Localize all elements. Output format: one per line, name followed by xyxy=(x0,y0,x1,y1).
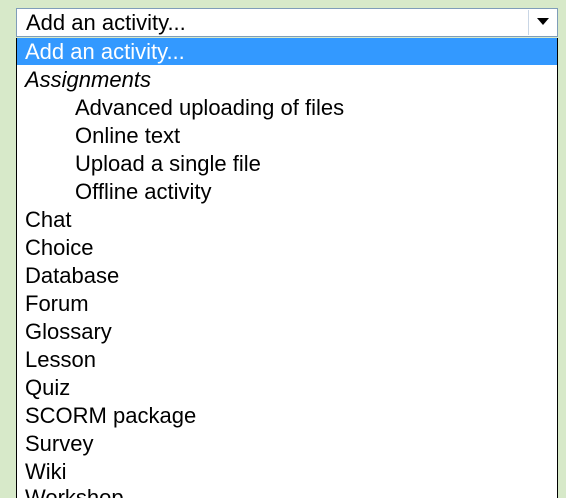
option-offline-activity[interactable]: Offline activity xyxy=(17,178,557,205)
optgroup-assignments: Assignments xyxy=(25,67,151,92)
option-upload-a-single-file[interactable]: Upload a single file xyxy=(17,150,557,177)
chevron-down-icon xyxy=(537,18,549,25)
activity-select[interactable]: Add an activity... xyxy=(16,8,558,37)
option-choice[interactable]: Choice xyxy=(17,234,557,261)
option-glossary[interactable]: Glossary xyxy=(17,318,557,345)
activity-select-value: Add an activity... xyxy=(26,10,186,35)
option-survey[interactable]: Survey xyxy=(17,430,557,457)
option-add-an-activity[interactable]: Add an activity... xyxy=(17,38,557,65)
option-database[interactable]: Database xyxy=(17,262,557,289)
option-chat[interactable]: Chat xyxy=(17,206,557,233)
dropdown-arrow-button[interactable] xyxy=(528,10,556,35)
option-quiz[interactable]: Quiz xyxy=(17,374,557,401)
option-forum[interactable]: Forum xyxy=(17,290,557,317)
option-scorm-package[interactable]: SCORM package xyxy=(17,402,557,429)
option-lesson[interactable]: Lesson xyxy=(17,346,557,373)
option-online-text[interactable]: Online text xyxy=(17,122,557,149)
activity-dropdown-list: Add an activity... Assignments Advanced … xyxy=(16,38,558,498)
option-advanced-uploading-of-files[interactable]: Advanced uploading of files xyxy=(17,94,557,121)
option-workshop[interactable]: Workshop xyxy=(17,484,557,498)
option-wiki[interactable]: Wiki xyxy=(17,458,557,485)
